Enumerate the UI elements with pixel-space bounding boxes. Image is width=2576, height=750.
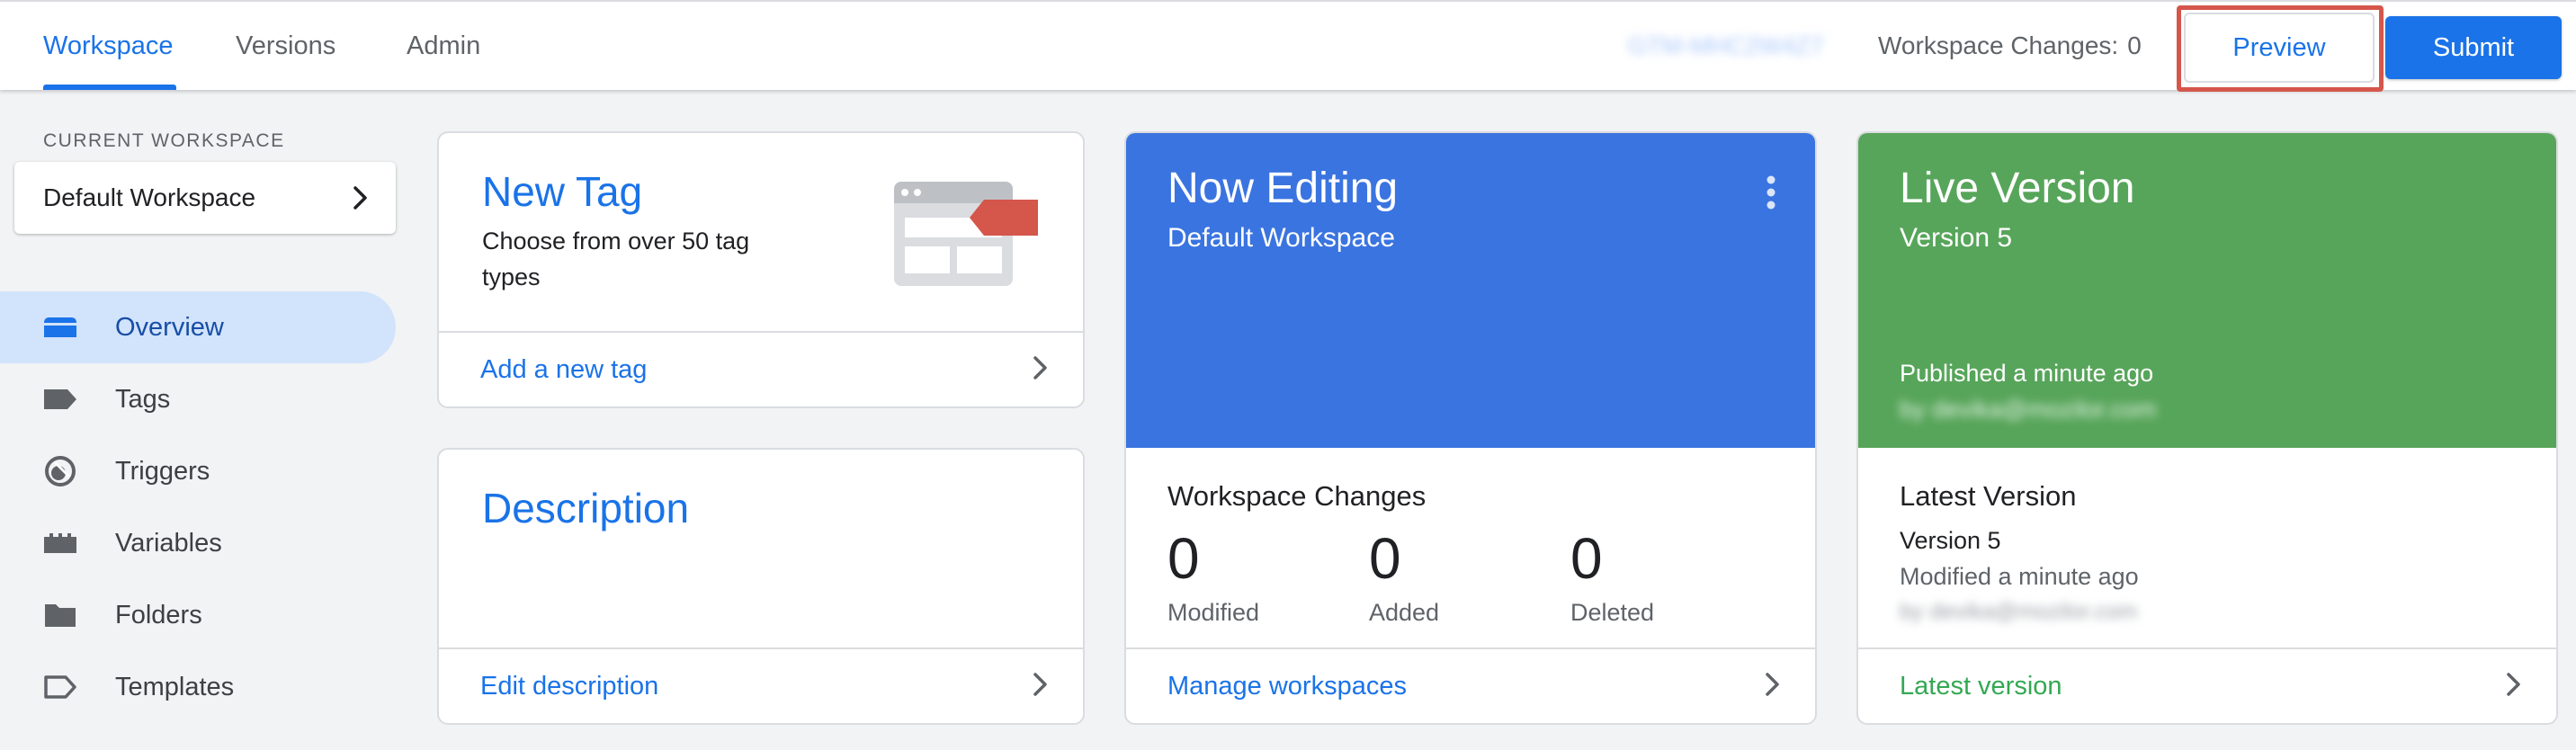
tab-admin[interactable]: Admin — [407, 2, 480, 90]
now-editing-card: Now Editing Default Workspace Workspace … — [1124, 131, 1817, 725]
edit-description-label: Edit description — [480, 671, 659, 701]
variables-icon — [41, 524, 79, 562]
workspace-changes-count: 0 — [2127, 31, 2142, 59]
deleted-count: 0 — [1570, 526, 1603, 591]
new-tag-subtitle-line1: Choose from over 50 tag — [482, 228, 750, 254]
chevron-right-icon — [1033, 672, 1049, 701]
sidebar-item-tags[interactable]: Tags — [0, 363, 396, 435]
tab-workspace[interactable]: Workspace — [43, 2, 174, 90]
sidebar-item-label: Tags — [115, 384, 171, 414]
add-new-tag-link[interactable]: Add a new tag — [439, 331, 1083, 406]
now-editing-header: Now Editing Default Workspace — [1126, 133, 1815, 448]
sidebar-item-label: Folders — [115, 600, 202, 629]
chevron-right-icon — [353, 185, 369, 210]
description-title: Description — [482, 485, 690, 531]
published-time: Published a minute ago — [1900, 360, 2154, 387]
new-tag-illustration-icon — [894, 182, 1047, 290]
latest-version-modified-by: by devika@mozilor.com — [1900, 599, 2138, 624]
tab-versions[interactable]: Versions — [236, 2, 335, 90]
trigger-icon — [41, 452, 79, 490]
active-tab-indicator — [43, 85, 176, 90]
modified-count: 0 — [1167, 526, 1200, 591]
add-new-tag-label: Add a new tag — [480, 354, 648, 384]
edit-description-link[interactable]: Edit description — [439, 647, 1083, 723]
latest-version-modified: Modified a minute ago — [1900, 563, 2139, 590]
workspace-name: Default Workspace — [43, 183, 256, 211]
published-by: by devika@mozilor.com — [1900, 396, 2157, 423]
sidebar-item-label: Variables — [115, 528, 222, 558]
manage-workspaces-link[interactable]: Manage workspaces — [1126, 647, 1815, 723]
sidebar-item-overview[interactable]: Overview — [0, 291, 396, 363]
now-editing-title: Now Editing — [1167, 165, 1399, 212]
chevron-right-icon — [1033, 355, 1049, 385]
live-version-number: Version 5 — [1900, 223, 2013, 253]
sidebar-item-label: Overview — [115, 312, 224, 342]
chevron-right-icon — [1765, 672, 1781, 701]
sidebar-item-variables[interactable]: Variables — [0, 507, 396, 579]
new-tag-subtitle-line2: types — [482, 263, 541, 290]
sidebar-item-triggers[interactable]: Triggers — [0, 435, 396, 507]
latest-version-label: Latest version — [1900, 671, 2062, 701]
sidebar-item-label: Triggers — [115, 456, 210, 486]
template-icon — [41, 668, 79, 706]
submit-button[interactable]: Submit — [2385, 16, 2562, 79]
new-tag-title[interactable]: New Tag — [482, 167, 642, 216]
workspace-changes-section-title: Workspace Changes — [1167, 480, 1427, 512]
container-id[interactable]: GTM-MHC2W4Z7 — [1628, 2, 1824, 90]
now-editing-workspace: Default Workspace — [1167, 223, 1395, 253]
added-count: 0 — [1369, 526, 1401, 591]
modified-label: Modified — [1167, 599, 1260, 626]
sidebar-item-folders[interactable]: Folders — [0, 579, 396, 651]
overview-icon — [41, 308, 79, 346]
more-vert-icon[interactable] — [1765, 174, 1777, 215]
manage-workspaces-label: Manage workspaces — [1167, 671, 1407, 701]
top-bar: Workspace Versions Admin GTM-MHC2W4Z7 Wo… — [0, 0, 2576, 92]
latest-version-link[interactable]: Latest version — [1858, 647, 2556, 723]
tag-icon — [41, 380, 79, 418]
added-label: Added — [1369, 599, 1440, 626]
new-tag-card[interactable]: New Tag Choose from over 50 tag types Ad… — [437, 131, 1085, 408]
live-version-card: Live Version Version 5 Published a minut… — [1856, 131, 2558, 725]
sidebar-item-label: Templates — [115, 672, 235, 701]
workspace-changes-label: Workspace Changes: — [1878, 31, 2119, 59]
live-version-title: Live Version — [1900, 165, 2135, 212]
description-card: Description Edit description — [437, 448, 1085, 725]
latest-version-number: Version 5 — [1900, 527, 2001, 554]
latest-version-section-title: Latest Version — [1900, 480, 2077, 512]
sidebar-item-templates[interactable]: Templates — [0, 651, 396, 723]
preview-button[interactable]: Preview — [2184, 13, 2375, 83]
folder-icon — [41, 596, 79, 634]
deleted-label: Deleted — [1570, 599, 1655, 626]
workspace-selector[interactable]: Default Workspace — [14, 162, 396, 234]
chevron-right-icon — [2506, 672, 2522, 701]
current-workspace-label: CURRENT WORKSPACE — [43, 130, 285, 151]
workspace-changes-indicator: Workspace Changes: 0 — [1878, 2, 2142, 90]
live-version-header: Live Version Version 5 Published a minut… — [1858, 133, 2556, 448]
